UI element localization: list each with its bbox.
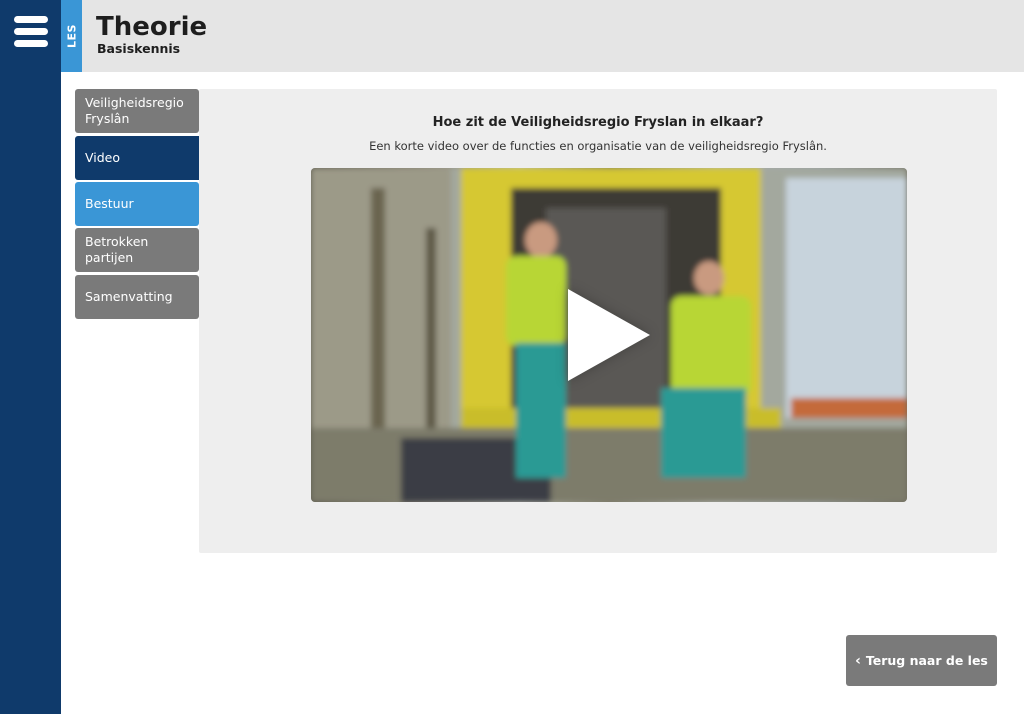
page-subtitle: Basiskennis: [97, 41, 181, 56]
les-tab: LES: [61, 0, 82, 72]
hamburger-menu-icon[interactable]: [14, 16, 48, 50]
play-icon[interactable]: [568, 289, 650, 381]
content-panel: Hoe zit de Veiligheidsregio Fryslan in e…: [199, 89, 997, 553]
nav-item-samenvatting[interactable]: Samenvatting: [75, 275, 199, 319]
video-player[interactable]: [311, 168, 907, 502]
nav-item-label: Samenvatting: [85, 289, 173, 304]
page-title: Theorie: [96, 12, 208, 42]
nav-item-label: Bestuur: [85, 196, 134, 211]
back-to-lesson-button[interactable]: ‹ Terug naar de les: [846, 635, 997, 686]
les-tab-label: LES: [65, 24, 78, 48]
back-to-lesson-label: Terug naar de les: [865, 653, 988, 668]
side-rail: [0, 0, 61, 714]
content-description: Een korte video over de functies en orga…: [369, 139, 827, 153]
nav-item-label: Betrokken partijen: [85, 234, 149, 265]
nav-item-bestuur[interactable]: Bestuur: [75, 182, 199, 226]
page-header: LES Theorie Basiskennis: [61, 0, 1024, 72]
nav-item-betrokken-partijen[interactable]: Betrokken partijen: [75, 228, 199, 272]
nav-item-label: Video: [85, 150, 121, 165]
content-title: Hoe zit de Veiligheidsregio Fryslan in e…: [432, 115, 764, 130]
nav-item-veiligheidsregio[interactable]: Veiligheidsregio Fryslân: [75, 89, 199, 133]
nav-item-label: Veiligheidsregio Fryslân: [85, 95, 184, 126]
chevron-left-icon: ‹: [855, 652, 861, 669]
